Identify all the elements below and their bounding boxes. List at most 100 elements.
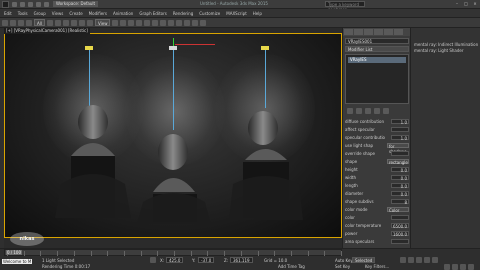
menu-modifiers[interactable]: Modifiers xyxy=(89,11,107,16)
goto-end-icon[interactable] xyxy=(432,257,438,263)
menu-edit[interactable]: Edit xyxy=(4,11,12,16)
parameter-spinner[interactable]: 0.0 xyxy=(391,166,409,173)
parameter-spinner[interactable] xyxy=(391,214,409,220)
undo-icon[interactable] xyxy=(36,1,41,7)
next-frame-icon[interactable] xyxy=(424,257,430,263)
render-icon[interactable] xyxy=(200,19,207,26)
workspace-selector[interactable]: Workspace: Default xyxy=(53,1,99,7)
menu-create[interactable]: Create xyxy=(69,11,82,16)
configure-sets-icon[interactable] xyxy=(383,108,389,114)
hierarchy-tab-icon[interactable] xyxy=(364,29,373,35)
bust-center[interactable] xyxy=(137,134,211,224)
orbit-icon[interactable] xyxy=(460,264,466,270)
object-name-field[interactable]: VRayIES001 xyxy=(345,38,409,44)
prev-frame-icon[interactable] xyxy=(408,257,414,263)
z-coordinate-field[interactable]: 361.119 xyxy=(230,257,253,263)
save-file-icon[interactable] xyxy=(28,1,33,7)
curve-editor-icon[interactable] xyxy=(168,19,175,26)
percent-snap-icon[interactable] xyxy=(136,19,143,26)
close-icon[interactable]: × xyxy=(472,1,478,7)
menu-group[interactable]: Group xyxy=(34,11,46,16)
key-filters-button[interactable]: Key Filters... xyxy=(365,264,389,269)
maxscript-listener[interactable]: Welcome to M xyxy=(2,259,33,264)
app-logo-icon[interactable] xyxy=(2,0,9,8)
set-key-label[interactable]: Set Key xyxy=(335,264,350,269)
select-object-icon[interactable] xyxy=(46,19,53,26)
side-panel-item[interactable]: mental ray: Light Shader xyxy=(414,48,478,54)
y-coordinate-field[interactable]: -37.0 xyxy=(198,257,215,263)
parameter-dropdown[interactable]: for shadows xyxy=(387,142,409,154)
modify-tab-icon[interactable] xyxy=(354,29,363,35)
redo-icon[interactable] xyxy=(10,19,16,26)
add-time-tag[interactable]: Add Time Tag xyxy=(278,264,305,269)
render-frame-icon[interactable] xyxy=(192,19,199,26)
select-by-name-icon[interactable] xyxy=(54,19,61,26)
display-tab-icon[interactable] xyxy=(384,29,393,35)
menu-graph-editors[interactable]: Graph Editors xyxy=(139,11,166,16)
stack-item[interactable]: VRayIES xyxy=(348,57,406,63)
goto-start-icon[interactable] xyxy=(400,257,406,263)
viewport-label[interactable]: [+] [VRayPhysicalCamera001] [Realistic] xyxy=(4,28,90,34)
move-icon[interactable] xyxy=(70,19,77,26)
selection-filter-dropdown[interactable]: All xyxy=(34,19,45,26)
parameter-spinner[interactable]: 0.0 xyxy=(391,174,409,181)
layer-icon[interactable] xyxy=(160,19,167,26)
open-file-icon[interactable] xyxy=(20,1,25,7)
parameter-spinner[interactable]: 1.0 xyxy=(391,134,409,141)
parameter-spinner[interactable]: 1.0 xyxy=(391,118,409,125)
parameter-dropdown[interactable]: rectangle xyxy=(387,158,409,165)
scale-icon[interactable] xyxy=(86,19,93,26)
make-unique-icon[interactable] xyxy=(365,108,371,114)
undo-icon[interactable] xyxy=(2,19,8,26)
parameter-spinner[interactable] xyxy=(391,150,409,156)
bust-right[interactable] xyxy=(229,111,303,220)
key-filter-dropdown[interactable]: Selected xyxy=(352,257,376,263)
unlink-icon[interactable] xyxy=(26,19,32,26)
remove-modifier-icon[interactable] xyxy=(374,108,380,114)
x-coordinate-field[interactable]: 425.0 xyxy=(166,257,184,263)
link-icon[interactable] xyxy=(18,19,24,26)
snap-icon[interactable] xyxy=(120,19,127,26)
auto-key-label[interactable]: Auto Key xyxy=(335,258,353,263)
show-end-result-icon[interactable] xyxy=(356,108,362,114)
maximize-viewport-icon[interactable] xyxy=(468,264,474,270)
search-input[interactable]: Type a keyword or phrase xyxy=(325,1,365,12)
parameter-spinner[interactable]: 0.0 xyxy=(391,190,409,197)
minimize-icon[interactable]: – xyxy=(454,1,460,7)
time-slider-handle[interactable]: 0 / 100 xyxy=(6,250,22,255)
menu-customize[interactable]: Customize xyxy=(199,11,220,16)
timeline-slider[interactable]: 0 / 100 xyxy=(4,249,342,256)
menu-views[interactable]: Views xyxy=(52,11,64,16)
bust-left[interactable] xyxy=(55,105,131,218)
angle-snap-icon[interactable] xyxy=(128,19,135,26)
mirror-icon[interactable] xyxy=(144,19,151,26)
render-setup-icon[interactable] xyxy=(184,19,191,26)
motion-tab-icon[interactable] xyxy=(374,29,383,35)
parameter-spinner[interactable] xyxy=(391,238,409,244)
create-tab-icon[interactable] xyxy=(344,29,353,35)
menu-rendering[interactable]: Rendering xyxy=(173,11,193,16)
modifier-list-dropdown[interactable]: Modifier List xyxy=(345,46,409,52)
lock-selection-icon[interactable] xyxy=(150,257,156,263)
modifier-stack[interactable]: VRayIES xyxy=(345,54,409,104)
menu-maxscript[interactable]: MAXScript xyxy=(226,11,247,16)
perspective-viewport[interactable] xyxy=(4,33,342,238)
menu-help[interactable]: Help xyxy=(253,11,262,16)
parameter-dropdown[interactable]: Color xyxy=(387,206,409,213)
parameter-spinner[interactable] xyxy=(391,126,409,132)
material-editor-icon[interactable] xyxy=(176,19,183,26)
rectangular-selection-icon[interactable] xyxy=(62,19,69,26)
pivot-icon[interactable] xyxy=(112,19,119,26)
utilities-tab-icon[interactable] xyxy=(394,29,403,35)
menu-animation[interactable]: Animation xyxy=(113,11,133,16)
parameter-spinner[interactable]: 6500.0 xyxy=(391,222,409,229)
zoom-icon[interactable] xyxy=(444,264,450,270)
new-scene-icon[interactable] xyxy=(12,1,17,7)
maximize-icon[interactable]: □ xyxy=(463,1,469,7)
pan-icon[interactable] xyxy=(452,264,458,270)
pin-stack-icon[interactable] xyxy=(347,108,353,114)
menu-tools[interactable]: Tools xyxy=(18,11,28,16)
reference-coordinate-dropdown[interactable]: View xyxy=(94,19,111,26)
parameter-spinner[interactable]: 1600.0 xyxy=(391,230,409,237)
parameter-spinner[interactable]: 8 xyxy=(391,198,409,205)
